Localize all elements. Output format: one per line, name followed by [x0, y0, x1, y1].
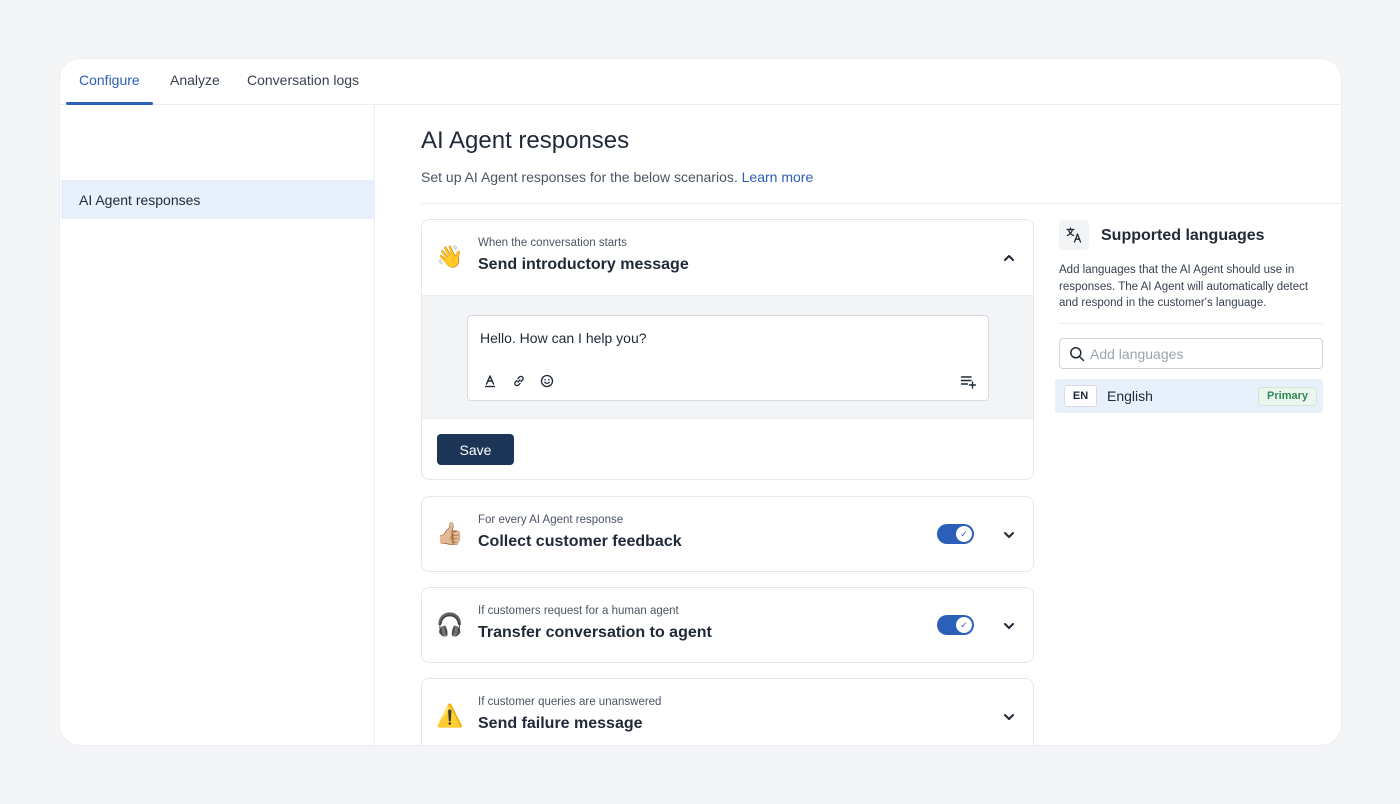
feedback-toggle[interactable]: ✓: [937, 524, 974, 544]
search-icon: [1070, 347, 1085, 362]
scenario-title: Transfer conversation to agent: [478, 624, 712, 641]
scenario-card-transfer[interactable]: 🎧 If customers request for a human agent…: [421, 587, 1034, 663]
scenario-header[interactable]: 🎧 If customers request for a human agent…: [422, 588, 1033, 662]
chevron-down-icon[interactable]: [999, 707, 1019, 727]
page-subtitle-text: Set up AI Agent responses for the below …: [421, 169, 738, 185]
primary-badge: Primary: [1258, 387, 1317, 406]
sidebar: AI Agent responses: [60, 105, 375, 745]
divider: [421, 203, 1341, 204]
language-item-english[interactable]: EN English Primary: [1055, 379, 1323, 413]
message-text[interactable]: Hello. How can I help you?: [480, 330, 647, 346]
scenario-card-intro: 👋 When the conversation starts Send intr…: [421, 219, 1034, 480]
thumbs-up-icon: 👍🏼: [436, 521, 464, 546]
scenario-header[interactable]: 👍🏼 For every AI Agent response Collect c…: [422, 497, 1033, 571]
check-icon: ✓: [956, 617, 972, 633]
add-languages-placeholder: Add languages: [1090, 346, 1184, 362]
add-languages-input[interactable]: Add languages: [1059, 338, 1323, 369]
chevron-down-icon[interactable]: [999, 616, 1019, 636]
language-name: English: [1107, 388, 1153, 404]
scenario-title: Send failure message: [478, 715, 643, 732]
headphones-icon: 🎧: [436, 612, 464, 637]
scenario-card-failure[interactable]: ⚠️ If customer queries are unanswered Se…: [421, 678, 1034, 745]
translate-icon: [1059, 220, 1089, 250]
main-content: AI Agent responses Set up AI Agent respo…: [376, 105, 1341, 745]
link-icon[interactable]: [510, 372, 528, 390]
scenario-condition: For every AI Agent response: [478, 514, 624, 526]
page-subtitle: Set up AI Agent responses for the below …: [421, 169, 813, 185]
insert-variable-icon[interactable]: [959, 372, 977, 390]
supported-languages-title: Supported languages: [1101, 227, 1265, 244]
check-icon: ✓: [956, 526, 972, 542]
save-button[interactable]: Save: [437, 434, 514, 465]
scenario-condition: If customer queries are unanswered: [478, 696, 662, 708]
language-code: EN: [1064, 385, 1097, 407]
divider: [1059, 323, 1323, 324]
tab-conversation-logs[interactable]: Conversation logs: [247, 72, 359, 105]
warning-icon: ⚠️: [436, 703, 464, 728]
scenario-condition: When the conversation starts: [478, 237, 627, 249]
message-editor[interactable]: Hello. How can I help you?: [467, 315, 989, 401]
chevron-up-icon[interactable]: [999, 248, 1019, 268]
scenario-title: Collect customer feedback: [478, 533, 682, 550]
tab-configure[interactable]: Configure: [79, 72, 140, 105]
scenario-header[interactable]: ⚠️ If customer queries are unanswered Se…: [422, 679, 1033, 745]
tab-bar: Configure Analyze Conversation logs: [60, 59, 1341, 105]
app-window: Configure Analyze Conversation logs AI A…: [60, 59, 1341, 745]
text-format-icon[interactable]: [481, 372, 499, 390]
scenario-header[interactable]: 👋 When the conversation starts Send intr…: [422, 220, 1033, 295]
tab-analyze[interactable]: Analyze: [170, 72, 220, 105]
sidebar-item-ai-agent-responses[interactable]: AI Agent responses: [61, 180, 375, 219]
scenario-card-feedback[interactable]: 👍🏼 For every AI Agent response Collect c…: [421, 496, 1034, 572]
scenario-condition: If customers request for a human agent: [478, 605, 679, 617]
transfer-toggle[interactable]: ✓: [937, 615, 974, 635]
supported-languages-description: Add languages that the AI Agent should u…: [1059, 264, 1309, 309]
message-editor-area: Hello. How can I help you?: [422, 295, 1033, 419]
card-footer: Save: [422, 419, 1033, 479]
scenario-title: Send introductory message: [478, 256, 689, 273]
page-title: AI Agent responses: [421, 127, 630, 154]
waving-hand-icon: 👋: [436, 244, 464, 269]
learn-more-link[interactable]: Learn more: [742, 169, 814, 185]
chevron-down-icon[interactable]: [999, 525, 1019, 545]
emoji-icon[interactable]: [538, 372, 556, 390]
